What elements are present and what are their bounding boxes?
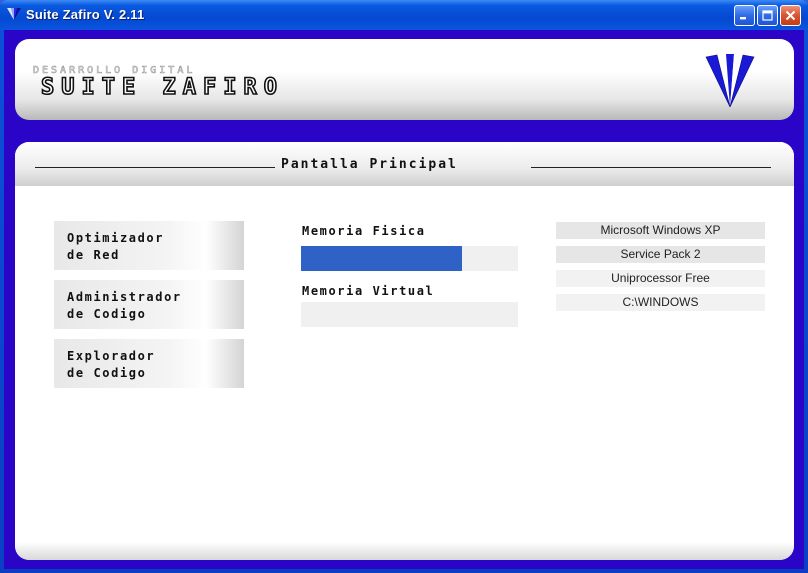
- window-title: Suite Zafiro V. 2.11: [26, 7, 145, 22]
- section-divider-left: [35, 167, 275, 168]
- kernel-type-info: Uniprocessor Free: [556, 270, 765, 287]
- physical-memory-label: Memoria Fisica: [302, 224, 426, 238]
- virtual-memory-bar: [301, 302, 518, 327]
- maximize-icon: [762, 10, 773, 21]
- panel-footer-shade: [15, 542, 794, 560]
- brand-title: Suite Zafiro: [40, 74, 284, 101]
- physical-memory-fill: [301, 246, 462, 271]
- client-area: Desarrollo Digital Suite Zafiro Pantalla…: [4, 30, 804, 569]
- button-label-line2: de Codigo: [67, 366, 147, 380]
- button-label-line1: Optimizador: [67, 231, 165, 245]
- section-divider-right: [531, 167, 771, 168]
- maximize-button[interactable]: [757, 5, 778, 26]
- button-label-line2: de Codigo: [67, 307, 147, 321]
- physical-memory-bar: [301, 246, 518, 271]
- sapphire-gem-icon: [705, 54, 755, 108]
- minimize-button[interactable]: [734, 5, 755, 26]
- network-optimizer-button[interactable]: Optimizador de Red: [54, 221, 244, 270]
- app-icon: [7, 8, 21, 20]
- minimize-icon: [740, 17, 746, 20]
- section-title: Pantalla Principal: [281, 157, 458, 172]
- app-window: Suite Zafiro V. 2.11 Desarrollo Digital …: [0, 0, 808, 573]
- header-banner: Desarrollo Digital Suite Zafiro: [15, 39, 794, 120]
- code-explorer-button[interactable]: Explorador de Codigo: [54, 339, 244, 388]
- windows-dir-info: C:\WINDOWS: [556, 294, 765, 311]
- button-label-line2: de Red: [67, 248, 120, 262]
- main-panel: Pantalla Principal Optimizador de Red Ad…: [15, 142, 794, 560]
- close-icon: [785, 10, 796, 21]
- close-button[interactable]: [780, 5, 801, 26]
- button-label-line1: Administrador: [67, 290, 182, 304]
- virtual-memory-label: Memoria Virtual: [302, 284, 435, 298]
- button-label-line1: Explorador: [67, 349, 156, 363]
- code-administrator-button[interactable]: Administrador de Codigo: [54, 280, 244, 329]
- os-name-info: Microsoft Windows XP: [556, 222, 765, 239]
- title-bar[interactable]: Suite Zafiro V. 2.11: [0, 0, 808, 30]
- service-pack-info: Service Pack 2: [556, 246, 765, 263]
